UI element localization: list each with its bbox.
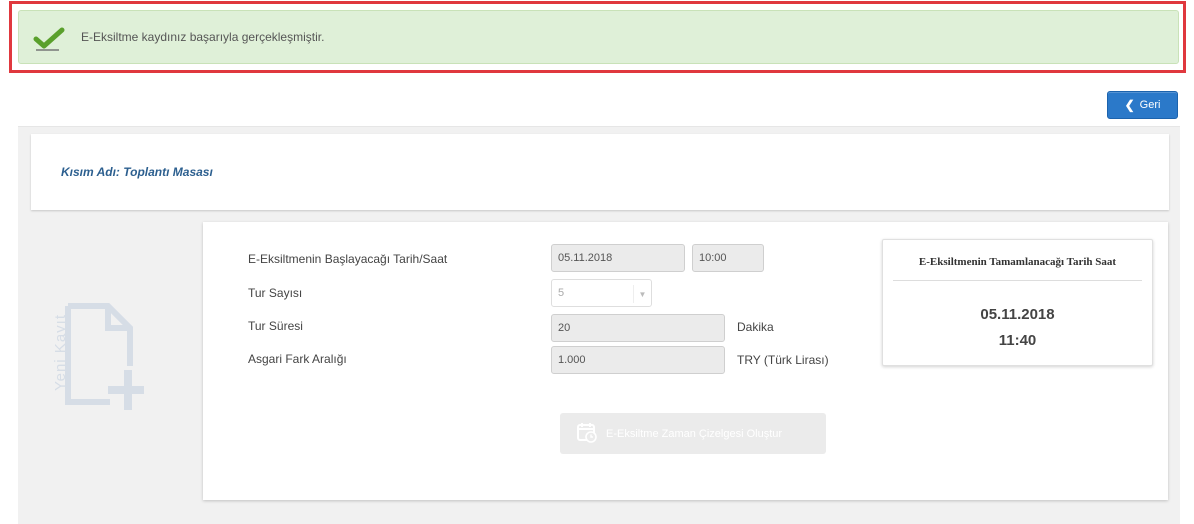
create-schedule-button[interactable]: E-Eksiltme Zaman Çizelgesi Oluştur [560, 413, 826, 454]
start-date-field[interactable]: 05.11.2018 [551, 244, 685, 272]
completion-time: 11:40 [998, 332, 1037, 349]
alert-message: E-Eksiltme kaydınız başarıyla gerçekleşm… [81, 30, 325, 44]
rounds-label: Tur Sayısı [248, 286, 303, 300]
start-datetime-label: E-Eksiltmenin Başlayacağı Tarih/Saat [248, 252, 448, 266]
min-diff-label: Asgari Fark Aralığı [248, 352, 347, 366]
new-document-icon [64, 302, 148, 417]
duration-label: Tur Süresi [248, 319, 303, 333]
min-diff-field[interactable]: 1.000 [551, 346, 725, 374]
duration-unit: Dakika [737, 320, 774, 334]
completion-box: E-Eksiltmenin Tamamlanacağı Tarih Saat 0… [882, 239, 1153, 366]
back-button[interactable]: ❮ Geri [1107, 91, 1178, 119]
check-icon [33, 26, 65, 55]
start-time-field[interactable]: 10:00 [692, 244, 764, 272]
new-record-button[interactable]: Yeni Kayıt [40, 292, 160, 422]
success-alert: E-Eksiltme kaydınız başarıyla gerçekleşm… [18, 10, 1179, 64]
completion-title: E-Eksiltmenin Tamamlanacağı Tarih Saat [918, 256, 1117, 268]
section-title: Kısım Adı: Toplantı Masası [61, 165, 213, 179]
back-button-label: Geri [1139, 99, 1161, 111]
chevron-down-icon: ▼ [633, 285, 651, 303]
section-header: Kısım Adı: Toplantı Masası [31, 134, 1169, 210]
duration-field[interactable]: 20 [551, 314, 725, 342]
completion-date: 05.11.2018 [980, 306, 1055, 323]
chevron-left-icon: ❮ [1124, 98, 1135, 112]
rounds-value: 5 [558, 287, 565, 299]
min-diff-unit: TRY (Türk Lirası) [737, 353, 829, 367]
calendar-icon [576, 421, 598, 446]
rounds-select[interactable]: 5 ▼ [551, 279, 652, 307]
divider [893, 280, 1142, 281]
create-schedule-label: E-Eksiltme Zaman Çizelgesi Oluştur [606, 427, 783, 440]
